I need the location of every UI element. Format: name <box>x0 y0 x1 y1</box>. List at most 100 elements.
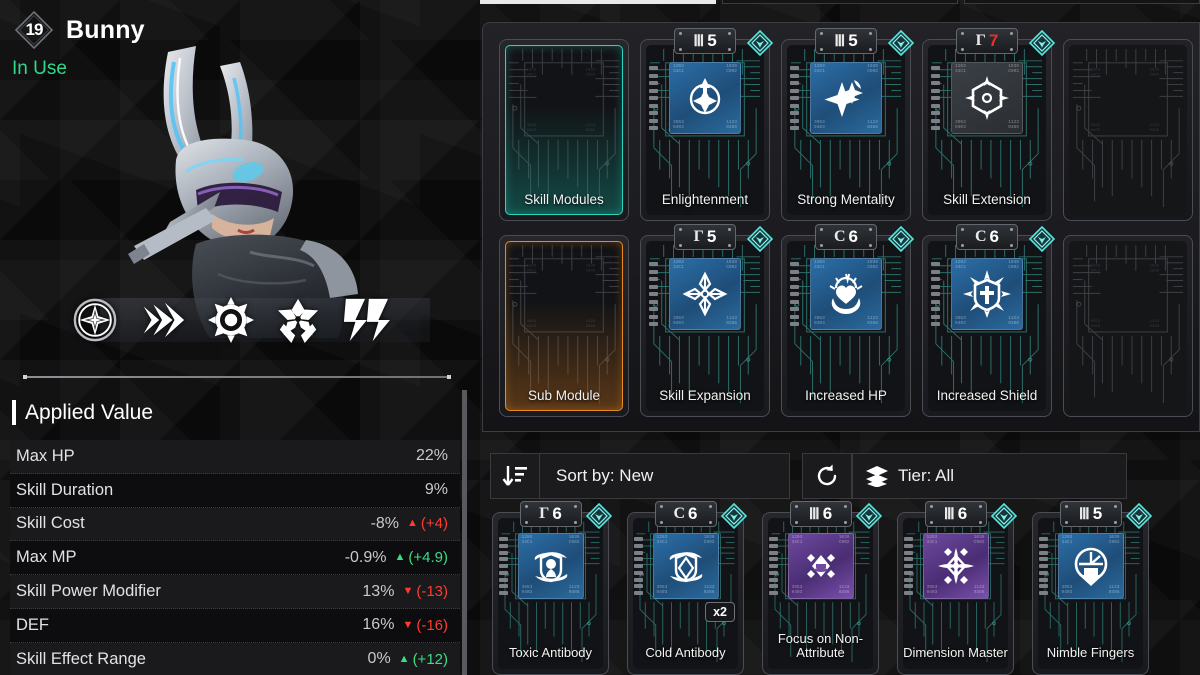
stat-label: Max HP <box>16 446 75 465</box>
stat-row: Max HP 22% <box>10 440 460 474</box>
module-name: Strong Mentality <box>797 192 895 208</box>
chip-code-bl: 3953 9403 <box>955 316 966 327</box>
module-empty-slot[interactable]: 1203 34C1 1039 C902 3953 9403 1123 0386 <box>1063 235 1193 417</box>
chip-code-tl: 1203 34C1 <box>814 260 825 270</box>
module-card[interactable]: 120334C1 1039C902 39539403 11230386120334C1… <box>781 28 914 221</box>
module-chip: 1203 34C1 1039 C902 3953 9403 1123 0386 <box>517 533 584 599</box>
cost-symbol: Ⅲ <box>943 506 955 523</box>
stat-row: DEF 16% ▼ (-16) <box>10 608 460 643</box>
stat-row: Skill Effect Range 0% ▲ (+12) <box>10 642 460 675</box>
module-chip: 1203 34C1 1039 C902 3953 9403 1123 0386 <box>951 62 1023 134</box>
chip-code-tr: 1039 C902 <box>703 535 715 545</box>
compass-star-icon[interactable] <box>72 296 118 344</box>
module-cost-badge: Γ7 <box>956 28 1018 54</box>
chip-code-br: 1123 0386 <box>726 316 737 327</box>
pinwheel-bolt-icon[interactable] <box>276 296 320 344</box>
svg-text:0386: 0386 <box>1150 325 1160 329</box>
module-card[interactable]: 120334C1 1039C902 39539403 11230386120334C1… <box>922 224 1055 417</box>
nimble-fingers-icon <box>1074 547 1107 586</box>
chip-code-tl: 1203 34C1 <box>521 535 533 545</box>
stat-label: DEF <box>16 615 49 634</box>
module-chip: 1203 34C1 1039 C902 3953 9403 1123 0386 <box>787 533 854 599</box>
chip-code-tr: 1039 C902 <box>867 64 878 74</box>
svg-text:34C1: 34C1 <box>1091 74 1101 78</box>
arrow-up-icon: ▲ <box>407 517 418 530</box>
stat-value: 9% <box>424 481 448 499</box>
chip-code-bl: 3953 9403 <box>656 585 668 596</box>
sort-direction-button[interactable] <box>490 453 540 499</box>
tab-setting-3[interactable]: Setting 3 <box>964 0 1200 4</box>
module-socket-skill[interactable]: 120334C11039C9023953940311230386Skill Mo… <box>499 39 629 221</box>
stats-scrollbar[interactable] <box>462 390 467 675</box>
stat-label: Skill Cost <box>16 514 85 533</box>
module-row: 120334C1 1039C902 39539403 11230386 Sub Modu… <box>499 224 1193 417</box>
module-name: Skill Expansion <box>659 388 751 404</box>
inventory-module-card[interactable]: 120334C1 1039C902 39539403 11230386120334C1… <box>1032 501 1152 675</box>
reset-filters-button[interactable] <box>802 453 852 499</box>
module-name: Dimension Master <box>903 644 1008 660</box>
chip-code-tl: 1203 34C1 <box>926 535 938 545</box>
module-name: Toxic Antibody <box>508 644 593 660</box>
chip-code-bl: 3953 9403 <box>1061 585 1073 596</box>
tier-filter-label: Tier: All <box>898 466 955 485</box>
module-name: Nimble Fingers <box>1046 644 1135 660</box>
stat-label: Max MP <box>16 548 77 567</box>
cost-value: 5 <box>706 227 717 246</box>
stat-row: Max MP -0.9% ▲ (+4.9) <box>10 541 460 576</box>
stat-value: 16% <box>362 616 395 634</box>
cost-value: 7 <box>988 31 999 50</box>
module-chip: 1203 34C1 1039 C902 3953 9403 1123 0386 <box>922 533 989 599</box>
tab-setting-2[interactable]: Setting 2 <box>722 0 958 4</box>
empty-slot-circuit: 1203 34C1 1039 C902 3953 9403 1123 0386 <box>1069 241 1187 411</box>
stat-value-group: -0.9% ▲ (+4.9) <box>345 549 448 567</box>
module-cost-badge: C6 <box>956 224 1018 250</box>
stat-value-group: 16% ▼ (-16) <box>362 616 448 634</box>
chip-code-bl: 3953 9403 <box>814 120 825 131</box>
tier-badge-icon <box>747 30 773 56</box>
svg-text:0386: 0386 <box>1150 129 1160 133</box>
layers-icon <box>866 466 888 487</box>
chip-code-tl: 1203 34C1 <box>955 64 966 74</box>
inventory-module-card[interactable]: 120334C1 1039C902 39539403 11230386120334C1… <box>492 501 612 675</box>
stat-delta: ▼ (-16) <box>402 617 448 634</box>
inventory-module-card[interactable]: 120334C1 1039C902 39539403 11230386120334C1… <box>627 501 747 675</box>
cost-value: 5 <box>848 31 858 50</box>
module-chip: 1203 34C1 1039 C902 3953 9403 1123 0386 <box>669 258 741 330</box>
module-card[interactable]: 120334C1 1039C902 39539403 11230386120334C1… <box>922 28 1055 221</box>
tier-filter-field[interactable]: Tier: All <box>852 453 1127 499</box>
stat-delta-value: (+4) <box>420 515 448 533</box>
svg-text:C902: C902 <box>1150 270 1160 274</box>
module-chip: 1203 34C1 1039 C902 3953 9403 1123 0386 <box>669 62 741 134</box>
module-card[interactable]: 120334C1 1039C902 39539403 11230386120334C1… <box>640 224 773 417</box>
stat-value-group: 22% <box>416 447 448 465</box>
chip-code-tr: 1039 C902 <box>1008 260 1019 270</box>
socket-label: Sub Module <box>527 388 601 404</box>
arrow-up-icon: ▲ <box>398 652 410 665</box>
cost-symbol: C <box>673 505 686 522</box>
inventory-module-card[interactable]: 120334C1 1039C902 39539403 11230386120334C1… <box>897 501 1017 675</box>
inventory-module-card[interactable]: 120334C1 1039C902 39539403 11230386120334C1… <box>762 501 882 675</box>
double-bolt-icon[interactable] <box>342 296 392 344</box>
cost-symbol: Ⅲ <box>1078 506 1090 523</box>
stat-delta: ▼ (-13) <box>402 583 448 600</box>
sun-burst-icon[interactable] <box>208 296 255 344</box>
tab-setting-1[interactable]: Setting 1 <box>480 0 716 4</box>
chip-code-bl: 3953 9403 <box>926 585 938 596</box>
svg-text:3953: 3953 <box>1091 320 1101 324</box>
chip-code-br: 1123 0386 <box>568 585 580 596</box>
chip-code-tl: 1203 34C1 <box>814 64 825 74</box>
stat-label: Skill Power Modifier <box>16 582 161 601</box>
module-socket-sub[interactable]: 120334C11039C9023953940311230386Sub Modu… <box>499 235 629 417</box>
module-card[interactable]: 120334C1 1039C902 39539403 11230386120334C1… <box>781 224 914 417</box>
chip-code-bl: 3953 9403 <box>791 585 803 596</box>
module-name: Increased Shield <box>936 388 1038 404</box>
module-card[interactable]: 120334C1 1039C902 39539403 11230386120334C1… <box>640 28 773 221</box>
module-empty-slot[interactable]: 1203 34C1 1039 C902 3953 9403 1123 0386 <box>1063 39 1193 221</box>
module-cost-badge: Ⅲ5 <box>815 28 877 54</box>
stat-value-group: 0% ▲ (+12) <box>368 650 448 668</box>
lightning-arrow-icon[interactable] <box>140 300 186 340</box>
chip-code-bl: 3953 9403 <box>814 316 825 327</box>
module-cost-badge: C6 <box>815 224 877 250</box>
sort-by-field[interactable]: Sort by: New <box>540 453 790 499</box>
chip-code-tr: 1039 C902 <box>867 260 878 270</box>
